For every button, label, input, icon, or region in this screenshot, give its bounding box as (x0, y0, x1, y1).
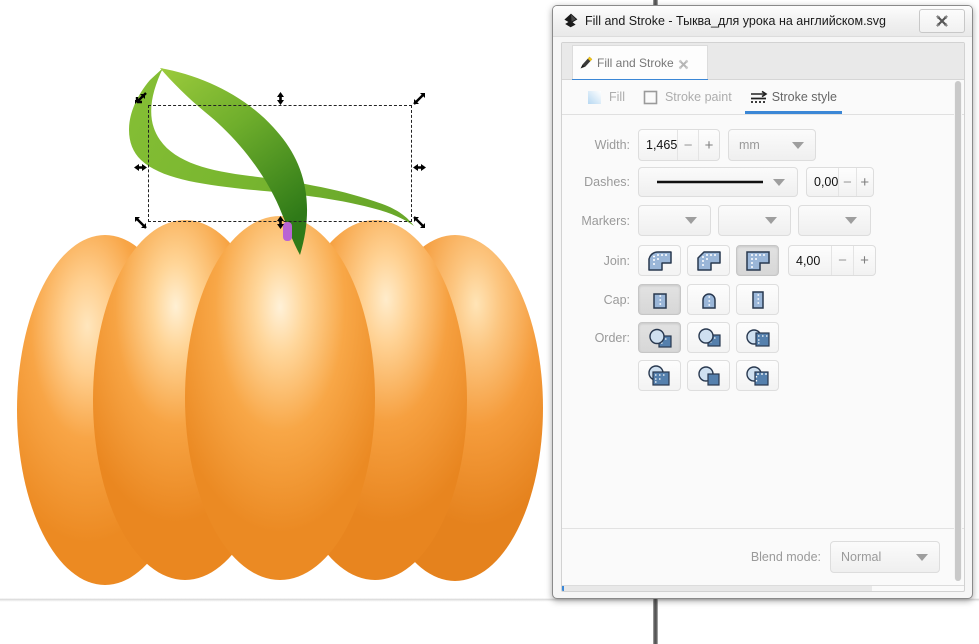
width-unit-value: mm (739, 138, 760, 152)
row-cap: Cap: (562, 284, 964, 315)
fill-and-stroke-icon (579, 55, 594, 70)
stroke-paint-icon (643, 90, 660, 105)
row-width: Width: 1,465 − + mm (562, 129, 964, 161)
panel-scrollbar[interactable] (954, 81, 962, 581)
width-value[interactable]: 1,465 (639, 138, 677, 152)
tab-fill-and-stroke[interactable]: Fill and Stroke (572, 45, 708, 82)
tab-close-icon[interactable] (678, 57, 689, 70)
dash-offset-decrement-button[interactable]: − (839, 168, 856, 196)
dialog-content-panel: Fill and Stroke Fill Stroke paint Stroke… (561, 42, 965, 592)
row-dashes: Dashes: 0,00 − + (562, 167, 964, 197)
fill-swatch-icon (587, 90, 604, 105)
dash-offset-spinner[interactable]: 0,00 − + (806, 167, 874, 197)
miter-limit-increment-button[interactable]: + (854, 246, 875, 275)
order-label: Order: (594, 330, 630, 345)
order-markers-fill-stroke-button[interactable] (687, 360, 730, 391)
dock-tab-row: Fill and Stroke (562, 43, 964, 82)
blur-slider-row[interactable]: Blur (%) 0,0 − + (562, 586, 964, 591)
selection-handle-nw[interactable] (133, 91, 148, 106)
tab-stroke-paint[interactable]: Stroke paint (634, 80, 741, 114)
inkscape-logo-icon (562, 12, 580, 30)
cap-square-button[interactable] (736, 284, 779, 315)
dashes-dropdown[interactable] (638, 167, 798, 197)
blend-mode-row: Blend mode: Normal (562, 529, 964, 586)
stroke-style-body: Width: 1,465 − + mm Dashes: 0,00 − + Mar… (562, 115, 964, 529)
dialog-title: Fill and Stroke - Тыква_для урока на анг… (585, 14, 887, 28)
selection-handle-se[interactable] (412, 215, 427, 230)
chevron-down-icon (916, 553, 928, 561)
fill-and-stroke-dialog[interactable]: Fill and Stroke - Тыква_для урока на анг… (552, 5, 973, 599)
blend-mode-dropdown[interactable]: Normal (830, 541, 940, 573)
order-fill-markers-stroke-button[interactable] (687, 322, 730, 353)
miter-limit-spinner[interactable]: 4,00 − + (788, 245, 876, 276)
close-icon[interactable] (919, 9, 965, 33)
order-markers-stroke-fill-button[interactable] (736, 360, 779, 391)
width-spinner[interactable]: 1,465 − + (638, 129, 720, 161)
cap-round-button[interactable] (687, 284, 730, 315)
cap-label: Cap: (603, 292, 630, 307)
selection-handle-n[interactable] (273, 91, 288, 106)
tab-fill[interactable]: Fill (578, 80, 634, 114)
selection-handle-ne[interactable] (412, 91, 427, 106)
marker-start-dropdown[interactable] (638, 205, 711, 236)
tab-stroke-style-label: Stroke style (771, 90, 837, 104)
cap-butt-button[interactable] (638, 284, 681, 315)
marker-end-dropdown[interactable] (798, 205, 871, 236)
stroke-subtab-bar: Fill Stroke paint Stroke style (562, 80, 964, 115)
selection-handle-e[interactable] (412, 160, 427, 175)
dashes-label: Dashes: (584, 175, 630, 189)
dash-offset-value[interactable]: 0,00 (807, 175, 838, 189)
tab-fill-label: Fill (609, 90, 625, 104)
chevron-down-icon (773, 178, 785, 186)
chevron-down-icon (765, 217, 777, 224)
miter-limit-decrement-button[interactable]: − (832, 246, 853, 275)
join-label: Join: (603, 253, 630, 268)
row-order: Order: (562, 322, 964, 353)
chevron-down-icon (845, 217, 857, 224)
blend-mode-label: Blend mode: (750, 550, 821, 564)
stroke-style-icon (750, 90, 768, 105)
order-stroke-fill-markers-button[interactable] (736, 322, 779, 353)
blur-slider-track[interactable]: Blur (%) (562, 586, 872, 591)
join-miter-button[interactable] (736, 245, 779, 276)
dash-pattern-preview (657, 180, 763, 184)
selection-bounding-box[interactable] (148, 105, 412, 222)
join-round-button[interactable] (638, 245, 681, 276)
dialog-titlebar[interactable]: Fill and Stroke - Тыква_для урока на анг… (553, 6, 972, 37)
join-bevel-button[interactable] (687, 245, 730, 276)
row-order-2 (562, 360, 964, 391)
width-label: Width: (594, 138, 630, 152)
tab-stroke-paint-label: Stroke paint (664, 90, 732, 104)
row-markers: Markers: (562, 205, 964, 236)
order-stroke-markers-fill-button[interactable] (638, 360, 681, 391)
order-fill-stroke-markers-button[interactable] (638, 322, 681, 353)
selection-handle-sw[interactable] (133, 215, 148, 230)
markers-label: Markers: (581, 213, 630, 228)
width-increment-button[interactable]: + (699, 130, 719, 160)
subtab-active-underline (744, 111, 842, 114)
chevron-down-icon (685, 217, 697, 224)
tab-label: Fill and Stroke (597, 55, 674, 70)
selection-handle-w[interactable] (133, 160, 148, 175)
tab-stroke-style[interactable]: Stroke style (741, 80, 846, 114)
blend-mode-value: Normal (841, 550, 882, 564)
row-join: Join: 4,00 − + (562, 245, 964, 276)
panel-scrollbar-thumb[interactable] (955, 81, 961, 581)
marker-mid-dropdown[interactable] (718, 205, 791, 236)
dash-offset-increment-button[interactable]: + (856, 168, 873, 196)
width-decrement-button[interactable]: − (678, 130, 698, 160)
miter-limit-value[interactable]: 4,00 (789, 254, 831, 268)
chevron-down-icon (792, 141, 804, 149)
width-unit-dropdown[interactable]: mm (728, 129, 816, 161)
selection-handle-s[interactable] (273, 215, 288, 230)
